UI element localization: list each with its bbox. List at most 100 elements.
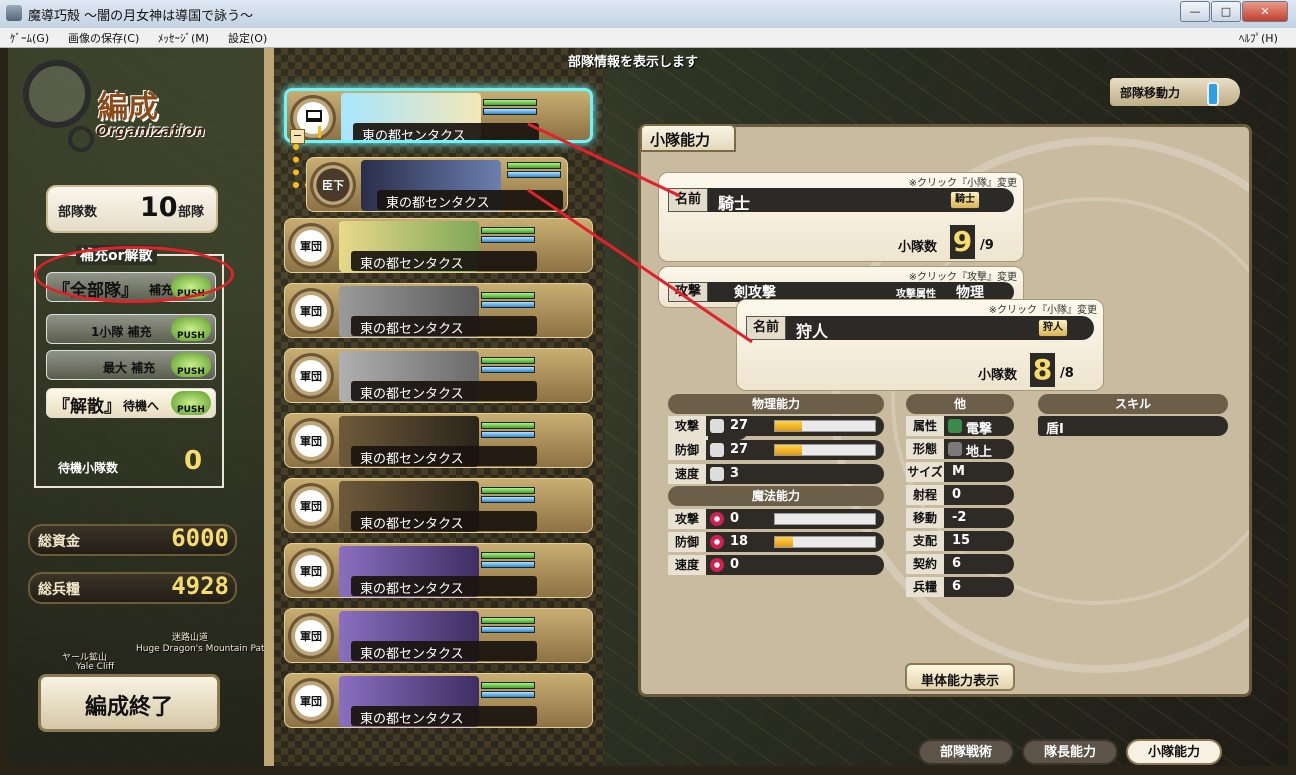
hp-bar	[481, 617, 535, 624]
other-row-contract: 契約 6	[906, 554, 1014, 574]
mag-defense-label: 防御	[668, 532, 706, 552]
unit-card[interactable]: 軍団 東の都センタクス	[284, 413, 593, 468]
magic-icon	[710, 558, 724, 572]
rank-badge: 軍団	[288, 288, 334, 334]
rank-label: 軍団	[300, 695, 322, 708]
unit-name: 東の都センタクス	[360, 452, 464, 467]
menu-settings[interactable]: 設定(O)	[228, 30, 267, 46]
rank-label: 軍団	[300, 630, 322, 643]
other-row-move: 移動 -2	[906, 508, 1014, 528]
unit-card[interactable]: 軍団 東の都センタクス	[284, 283, 593, 338]
divider	[264, 48, 274, 766]
unit-count-box: 部隊数 10 部隊	[46, 185, 218, 233]
physical-header: 物理能力	[668, 394, 884, 414]
tab-squad-ability[interactable]: 小隊能力	[1126, 739, 1222, 765]
mp-bar	[481, 236, 535, 243]
organization-title: 編成	[98, 90, 158, 125]
squad1-count-value: 9	[950, 225, 975, 259]
menu-save-image[interactable]: 画像の保存(C)	[68, 30, 139, 46]
menu-message[interactable]: ﾒｯｾｰｼﾞ(M)	[158, 30, 209, 46]
mag-attack-row: 攻撃 0	[668, 509, 884, 529]
minimize-button[interactable]: —	[1180, 1, 1210, 22]
hp-bar	[481, 292, 535, 299]
window-controls: — □ ✕	[1179, 1, 1288, 22]
push-icon: PUSH	[171, 391, 211, 415]
other-value: 6	[952, 579, 962, 594]
disband-button[interactable]: 『解散』 待機へ PUSH	[46, 388, 216, 418]
other-label: 属性	[906, 416, 944, 436]
phys-defense-row: 防御 27	[668, 440, 884, 460]
attack-attr-label: 攻撃属性	[896, 289, 936, 300]
refill-one-button[interactable]: 1小隊 補充 PUSH	[46, 314, 216, 344]
squad2-name-row[interactable]: 名前 狩人 狩人	[746, 316, 1094, 341]
magic-icon	[710, 535, 724, 549]
mp-bar	[481, 301, 535, 308]
rank-label: 臣下	[322, 179, 344, 192]
unit-card[interactable]: 軍団 東の都センタクス	[284, 218, 593, 273]
crown-icon	[306, 110, 322, 122]
hp-bar	[481, 227, 535, 234]
phys-defense-gauge	[774, 444, 876, 456]
rank-label: 軍団	[300, 240, 322, 253]
game-screen: 編成 Organization 部隊数 10 部隊 補充or解散 『全部隊』 補…	[8, 48, 1288, 766]
skill-row: 盾Ⅰ	[1038, 416, 1228, 437]
phys-speed-label: 速度	[668, 464, 706, 484]
rank-badge: 軍団	[288, 613, 334, 659]
squad2-count-max: /8	[1060, 366, 1074, 381]
mp-bar	[481, 691, 535, 698]
attack-note: ※クリック『攻撃』変更	[908, 272, 1017, 283]
squad1-name-row[interactable]: 名前 騎士 騎士	[668, 188, 1014, 213]
phys-speed-value: 3	[730, 466, 740, 481]
close-button[interactable]: ✕	[1242, 1, 1288, 22]
tab-leader-ability[interactable]: 隊長能力	[1022, 739, 1118, 765]
menu-game[interactable]: ｹﾞｰﾑ(G)	[10, 30, 49, 46]
squad2-name: 狩人	[796, 322, 829, 341]
mobility-indicator	[1207, 82, 1219, 106]
other-value: 15	[952, 533, 971, 548]
squad2-name-label: 名前	[746, 316, 786, 340]
unit-card[interactable]: 軍団 東の都センタクス	[284, 608, 593, 663]
disband-sub: 待機へ	[123, 399, 160, 413]
collapse-toggle[interactable]: −	[290, 129, 305, 144]
hp-bar	[481, 487, 535, 494]
squad1-note: ※クリック『小隊』変更	[908, 178, 1017, 189]
unit-card[interactable]: 軍団 東の都センタクス	[284, 543, 593, 598]
rank-label: 軍団	[300, 565, 322, 578]
other-row-control: 支配 15	[906, 531, 1014, 551]
magic-header: 魔法能力	[668, 486, 884, 506]
unit-card[interactable]: 臣下 東の都センタクス	[306, 157, 568, 212]
total-funds-value: 6000	[171, 524, 229, 552]
window-title: 魔導巧殻 ～闇の月女神は導国で詠う～	[28, 9, 254, 24]
unit-detail-button[interactable]: 単体能力表示	[905, 663, 1015, 691]
end-organization-button[interactable]: 編成終了	[38, 674, 220, 732]
unit-card[interactable]: 軍団 東の都センタクス	[284, 673, 593, 728]
unit-name-box: 東の都センタクス	[351, 316, 537, 337]
tab-unit-tactics[interactable]: 部隊戦術	[918, 739, 1014, 765]
unit-card[interactable]: 軍団 東の都センタクス	[284, 348, 593, 403]
other-value: 地上	[966, 445, 993, 460]
menu-help[interactable]: ﾍﾙﾌﾟ(H)	[1239, 30, 1278, 46]
unit-card[interactable]: 軍団 東の都センタクス	[284, 478, 593, 533]
unit-mobility: 部隊移動力	[1110, 78, 1240, 106]
map-label: Yale Cliff	[76, 662, 115, 672]
unit-card[interactable]: 東の都センタクス	[284, 88, 593, 143]
other-row-range: 射程 0	[906, 485, 1014, 505]
sword-icon	[710, 443, 724, 457]
squad2-count-value: 8	[1030, 353, 1055, 387]
other-label: 形態	[906, 439, 944, 459]
maximize-button[interactable]: □	[1211, 1, 1241, 22]
refill-max-button[interactable]: 最大 補充 PUSH	[46, 350, 216, 380]
phys-attack-gauge	[774, 420, 876, 432]
squad2-tag: 狩人	[1038, 319, 1068, 337]
unit-name-box: 東の都センタクス	[351, 446, 537, 467]
mp-bar	[481, 496, 535, 503]
squad1-name: 騎士	[718, 194, 751, 213]
end-organization-label: 編成終了	[84, 695, 173, 720]
game-stage: 編成 Organization 部隊数 10 部隊 補充or解散 『全部隊』 補…	[8, 48, 1288, 766]
rank-label: 軍団	[300, 305, 322, 318]
mag-speed-label: 速度	[668, 555, 706, 575]
mp-bar	[481, 626, 535, 633]
unit-name: 東の都センタクス	[360, 322, 464, 337]
mp-bar	[481, 366, 535, 373]
waiting-squads-value: 0	[184, 446, 203, 476]
